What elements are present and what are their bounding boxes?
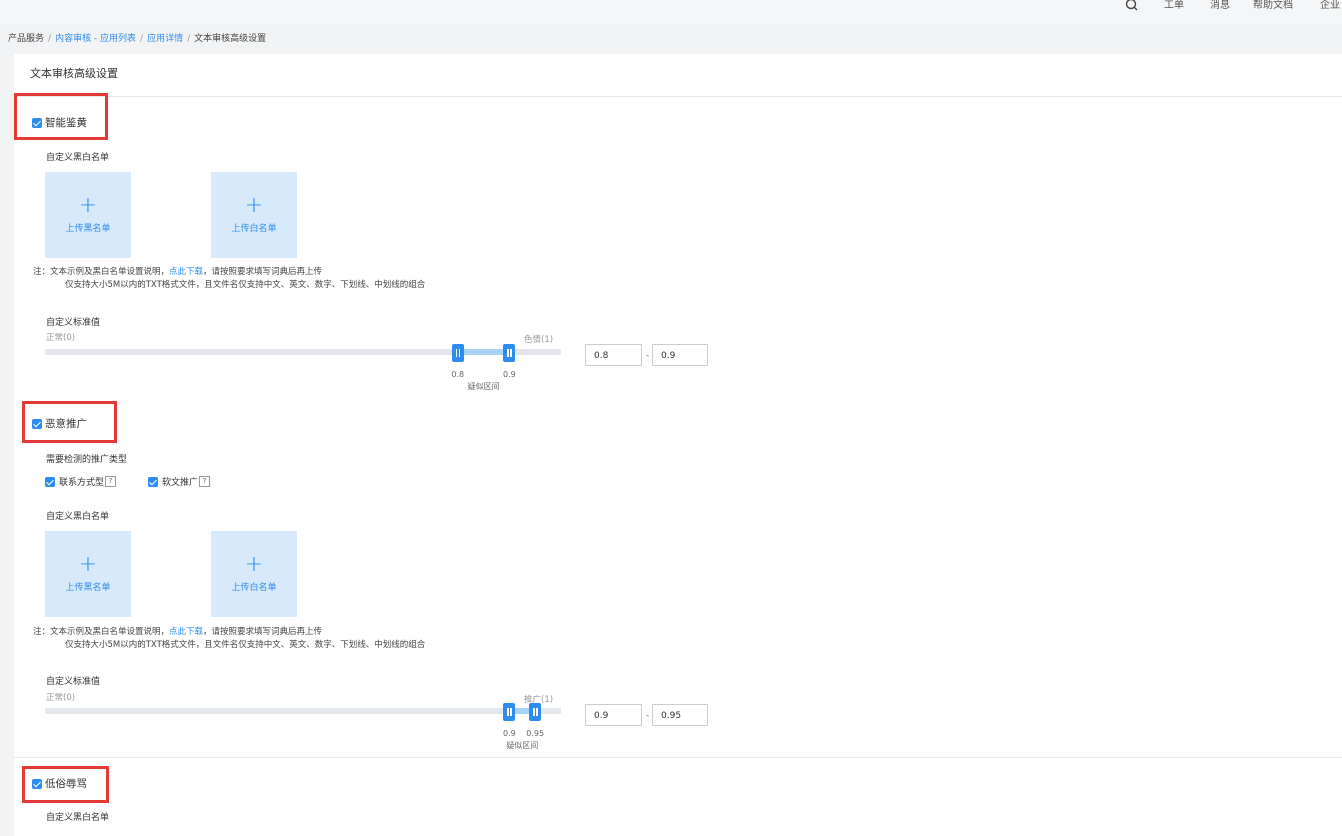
custom-list-title: 自定义黑白名单 [46,813,110,823]
upload-note: 注：文本示例及黑白名单设置说明，点此下载，请按照要求填写词典后再上传 [33,266,322,278]
custom-list-title: 自定义黑白名单 [46,153,110,163]
category-label: 低俗辱骂 [45,778,87,790]
promotion-type-contact[interactable]: 联系方式型? [45,475,117,488]
slider-high-handle[interactable] [529,703,542,721]
threshold-high-input[interactable]: 0.9 [652,344,708,366]
slider-high-value: 0.9 [503,370,516,379]
category-label: 恶意推广 [45,418,87,430]
slider-low-handle[interactable] [503,703,516,721]
breadcrumb-current: 文本审核高级设置 [194,34,267,44]
promotion-type-title: 需要检测的推广类型 [46,455,128,465]
slider-high-value: 0.95 [526,729,545,738]
slider-high-handle[interactable] [503,344,516,362]
breadcrumb: 产品服务 / 内容审核 - 应用列表 / 应用详情 / 文本审核高级设置 [0,24,1342,54]
search-icon[interactable] [1124,0,1140,13]
upload-blacklist-button[interactable]: + 上传黑名单 [45,531,131,617]
checkbox-checked-icon[interactable] [148,476,158,487]
threshold-low-input[interactable]: 0.8 [585,344,642,366]
nav-help-docs[interactable]: 帮助文档 [1253,1,1293,11]
threshold-slider[interactable]: 0.8 0.9 疑似区间 [45,344,561,391]
note-suffix: ，请按照要求填写词典后再上传 [203,267,323,277]
upload-note: 注：文本示例及黑白名单设置说明，点此下载，请按照要求填写词典后再上传 [33,626,322,638]
upload-label: 上传白名单 [231,224,277,234]
category-abuse-checkbox[interactable]: 低俗辱骂 [32,776,87,791]
note-prefix: 注：文本示例及黑白名单设置说明， [33,267,170,277]
checkbox-checked-icon[interactable] [32,778,42,789]
breadcrumb-separator: / [140,34,144,44]
checkbox-checked-icon[interactable] [32,418,42,429]
type-label: 软文推广 [162,478,199,488]
plus-icon: + [244,193,264,218]
slider-range-label: 疑似区间 [506,741,539,750]
page-title: 文本审核高级设置 [14,54,1342,97]
help-icon[interactable]: ? [199,476,211,487]
breadcrumb-app-detail[interactable]: 应用详情 [147,34,183,44]
threshold-title: 自定义标准值 [46,318,101,328]
slider-track[interactable] [45,708,561,714]
breadcrumb-root: 产品服务 [8,34,45,44]
slider-low-handle[interactable] [451,344,464,362]
promotion-type-softad[interactable]: 软文推广? [148,475,211,488]
nav-messages[interactable]: 消息 [1210,1,1230,11]
upload-label: 上传白名单 [231,583,277,593]
custom-list-title: 自定义黑白名单 [46,512,110,522]
checkbox-checked-icon[interactable] [45,476,55,487]
download-link[interactable]: 点此下载 [169,627,203,637]
plus-icon: + [78,193,98,218]
threshold-low-input[interactable]: 0.9 [585,704,642,726]
category-porn-checkbox[interactable]: 智能鉴黄 [32,115,87,130]
nav-enterprise[interactable]: 企业 [1320,1,1340,11]
breadcrumb-separator: / [187,34,191,44]
breadcrumb-app-list[interactable]: 内容审核 - 应用列表 [55,34,136,44]
breadcrumb-separator: / [48,34,52,44]
threshold-title: 自定义标准值 [46,677,101,687]
threshold-high-input[interactable]: 0.95 [652,704,708,726]
range-dash: - [646,351,650,361]
section-divider [14,757,1342,758]
threshold-slider[interactable]: 0.9 0.95 疑似区间 [45,703,561,750]
plus-icon: + [78,552,98,577]
upload-label: 上传黑名单 [65,583,111,593]
upload-note-line2: 仅支持大小5M以内的TXT格式文件，且文件名仅支持中文、英文、数字、下划线、中划… [65,640,426,650]
slider-low-value: 0.8 [451,370,465,379]
top-navigation-bar: 工单 消息 帮助文档 企业 [0,0,1342,24]
upload-note-line2: 仅支持大小5M以内的TXT格式文件，且文件名仅支持中文、英文、数字、下划线、中划… [65,280,426,290]
note-suffix: ，请按照要求填写词典后再上传 [203,627,323,637]
checkbox-checked-icon[interactable] [32,117,42,128]
plus-icon: + [244,552,264,577]
category-promotion-checkbox[interactable]: 恶意推广 [32,416,87,431]
download-link[interactable]: 点此下载 [169,267,203,277]
nav-ticket[interactable]: 工单 [1164,1,1184,11]
upload-label: 上传黑名单 [65,224,111,234]
type-label: 联系方式型 [59,478,105,488]
slider-min-label: 正常(0) [46,333,76,343]
help-icon[interactable]: ? [105,476,117,487]
slider-range [457,349,510,355]
settings-card: 文本审核高级设置 智能鉴黄 自定义黑白名单 + 上传黑名单 + 上传白名单 注：… [14,54,1342,836]
upload-whitelist-button[interactable]: + 上传白名单 [211,172,297,258]
upload-whitelist-button[interactable]: + 上传白名单 [211,531,297,617]
upload-blacklist-button[interactable]: + 上传黑名单 [45,172,131,258]
slider-range-label: 疑似区间 [467,382,500,391]
category-label: 智能鉴黄 [45,117,87,129]
slider-min-label: 正常(0) [46,693,76,703]
range-dash: - [646,711,650,721]
note-prefix: 注：文本示例及黑白名单设置说明， [33,627,170,637]
